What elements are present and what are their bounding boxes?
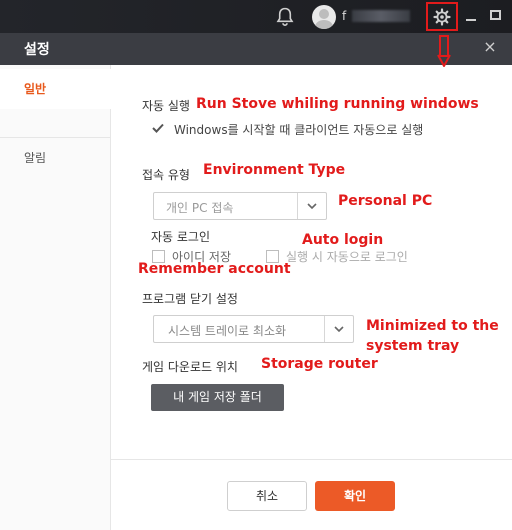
- settings-sidebar: 일반 알림: [0, 65, 111, 530]
- gear-icon[interactable]: [433, 8, 451, 26]
- annotation-environment-type: Environment Type: [203, 162, 346, 178]
- annotation-minimized-line2: system tray: [366, 338, 460, 354]
- dialog-header: 설정 ×: [0, 33, 512, 65]
- chevron-down-icon: [307, 203, 317, 210]
- close-icon[interactable]: ×: [480, 37, 500, 57]
- dialog-title: 설정: [24, 42, 50, 58]
- sidebar-item-notifications[interactable]: 알림: [0, 138, 111, 178]
- annotation-remember-account: Remember account: [138, 261, 291, 277]
- red-arrow-icon: [437, 35, 451, 67]
- top-bar: f: [0, 0, 512, 33]
- bell-icon[interactable]: [276, 7, 294, 27]
- sidebar-item-general[interactable]: 일반: [0, 69, 111, 109]
- user-avatar[interactable]: [312, 5, 336, 29]
- ok-button[interactable]: 확인: [315, 481, 395, 511]
- annotation-auto-login: Auto login: [302, 232, 384, 248]
- connection-type-value: 개인 PC 접속: [166, 201, 234, 215]
- annotation-minimized-line1: Minimized to the: [366, 318, 499, 334]
- maximize-icon[interactable]: [490, 10, 501, 20]
- annotation-storage-router: Storage router: [261, 356, 378, 372]
- select-separator: [324, 316, 325, 342]
- auto-run-title: 자동 실행: [142, 99, 190, 113]
- program-close-value: 시스템 트레이로 최소화: [168, 324, 287, 338]
- game-folder-button[interactable]: 내 게임 저장 폴더: [151, 384, 284, 411]
- auto-run-checkbox[interactable]: [151, 121, 165, 135]
- sidebar-item-label: 알림: [24, 151, 47, 165]
- auto-login-title: 자동 로그인: [151, 230, 211, 244]
- sidebar-item-label: 일반: [24, 82, 47, 96]
- username-redacted: [352, 10, 410, 22]
- connection-type-title: 접속 유형: [142, 168, 190, 182]
- annotation-run-stove: Run Stove whiling running windows: [196, 96, 479, 112]
- connection-type-select[interactable]: 개인 PC 접속: [153, 192, 327, 220]
- auto-run-checkbox-label[interactable]: Windows를 시작할 때 클라이언트 자동으로 실행: [174, 121, 423, 138]
- annotation-personal-pc: Personal PC: [338, 193, 433, 209]
- chevron-down-icon: [334, 326, 344, 333]
- download-location-title: 게임 다운로드 위치: [142, 360, 238, 374]
- program-close-select[interactable]: 시스템 트레이로 최소화: [153, 315, 354, 343]
- minimize-icon[interactable]: [466, 19, 476, 21]
- footer-divider: [111, 459, 512, 460]
- cancel-button[interactable]: 취소: [227, 481, 307, 511]
- program-close-title: 프로그램 닫기 설정: [142, 292, 238, 306]
- select-separator: [297, 193, 298, 219]
- username[interactable]: f: [342, 9, 346, 23]
- auto-login-label[interactable]: 실행 시 자동으로 로그인: [286, 248, 408, 265]
